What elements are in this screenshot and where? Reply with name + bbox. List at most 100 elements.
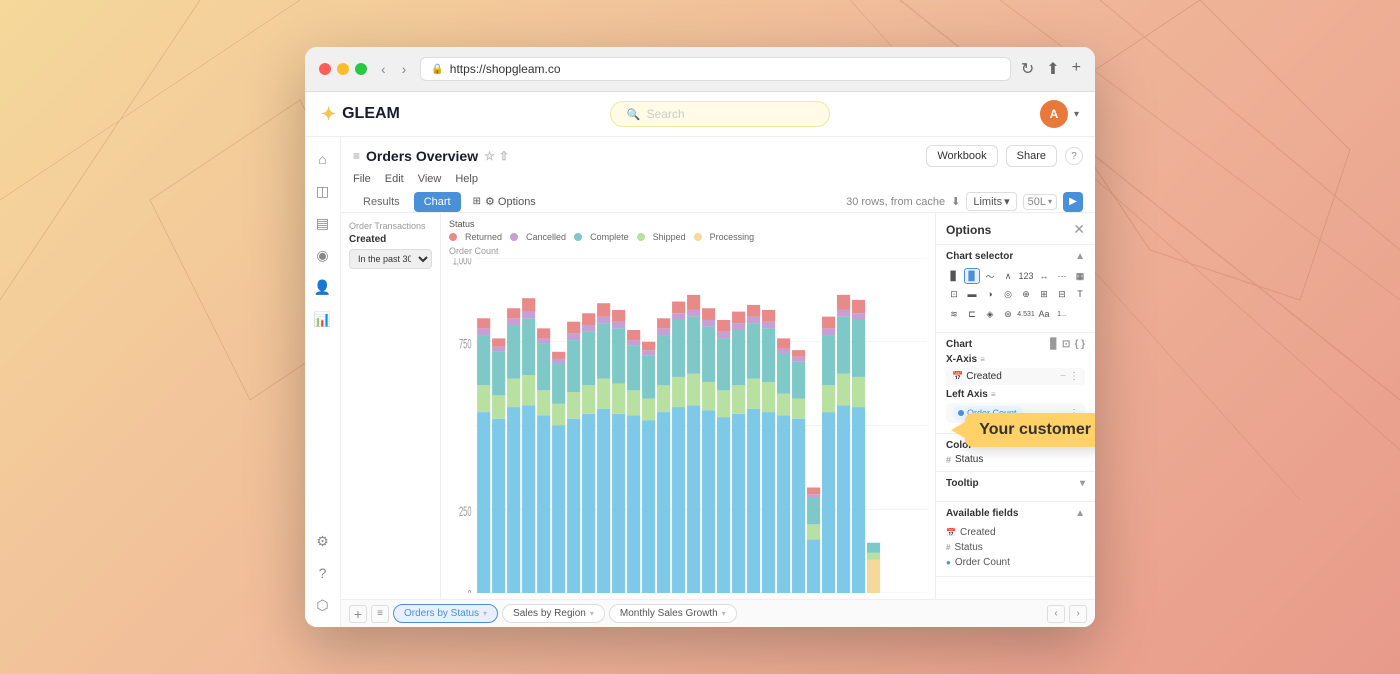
- tab-orders-label: Orders by Status: [404, 608, 479, 619]
- tab-results[interactable]: Results: [353, 192, 410, 212]
- help-button[interactable]: ?: [1065, 147, 1083, 165]
- page-actions: Workbook Share ?: [926, 145, 1083, 167]
- available-fields-section: Available fields ▲ 📅 Created # Status: [936, 502, 1095, 577]
- hamburger-icon[interactable]: ≡: [353, 149, 360, 163]
- url-bar[interactable]: 🔒 https://shopgleam.co: [420, 57, 1011, 81]
- chart-type-donut[interactable]: ◎: [1000, 286, 1016, 302]
- available-fields-label: Available fields: [946, 508, 1018, 519]
- filter-dropdown[interactable]: In the past 30 days: [349, 249, 432, 269]
- tooltip-label: Tooltip: [946, 478, 979, 489]
- tab-growth-label: Monthly Sales Growth: [620, 608, 718, 619]
- settings-icon[interactable]: ⚙: [309, 527, 337, 555]
- minimize-dot[interactable]: [337, 63, 349, 75]
- search-box[interactable]: 🔍 Search: [610, 101, 830, 127]
- maximize-dot[interactable]: [355, 63, 367, 75]
- limits-button[interactable]: Limits ▾: [966, 192, 1016, 211]
- chart-type-funnel[interactable]: ⊡: [946, 286, 962, 302]
- chart-bar-icon[interactable]: ▊: [1050, 339, 1058, 350]
- x-axis-dots[interactable]: ⋮: [1069, 371, 1079, 382]
- chart-type-area[interactable]: ∧: [1000, 268, 1016, 284]
- menu-help[interactable]: Help: [455, 171, 478, 187]
- menu-view[interactable]: View: [418, 171, 442, 187]
- x-axis-minus[interactable]: −: [1060, 371, 1066, 382]
- share-button[interactable]: Share: [1006, 145, 1057, 167]
- x-axis-value-row[interactable]: 📅 Created − ⋮: [946, 368, 1085, 385]
- chart-type-number[interactable]: 123: [1018, 268, 1034, 284]
- menu-edit[interactable]: Edit: [385, 171, 404, 187]
- help-icon[interactable]: ?: [309, 559, 337, 587]
- download-icon[interactable]: ⬇: [951, 195, 960, 208]
- share-button[interactable]: ⬆: [1046, 59, 1059, 79]
- sidebar-item-home[interactable]: ⌂: [309, 145, 337, 173]
- tabs-list-button[interactable]: ≡: [371, 605, 389, 623]
- browser-dots: [319, 63, 367, 75]
- chart-type-stacked-bar[interactable]: ▉: [964, 268, 980, 284]
- available-fields-header[interactable]: Available fields ▲: [946, 508, 1085, 519]
- close-dot[interactable]: [319, 63, 331, 75]
- svg-text:1,000: 1,000: [453, 258, 472, 268]
- chart-type-calendar[interactable]: ▦: [1072, 268, 1088, 284]
- workbook-button[interactable]: Workbook: [926, 145, 997, 167]
- prev-tab-button[interactable]: ‹: [1047, 605, 1065, 623]
- chart-copy-icon[interactable]: ⊡: [1062, 339, 1070, 350]
- sidebar-item-docs[interactable]: ▤: [309, 209, 337, 237]
- legend-cancelled: [510, 233, 518, 241]
- bottom-tab-orders-by-status[interactable]: Orders by Status ▾: [393, 604, 498, 623]
- chart-selector-header[interactable]: Chart selector ▲: [946, 251, 1085, 262]
- measure-field-icon: ●: [946, 558, 951, 567]
- chart-section-label: Chart: [946, 339, 972, 350]
- tab-chart[interactable]: Chart: [414, 192, 461, 212]
- chart-type-hbar[interactable]: ▬: [964, 286, 980, 302]
- run-button[interactable]: ▶: [1063, 192, 1083, 212]
- field-order-count: ● Order Count: [946, 555, 1085, 570]
- star-icon[interactable]: ☆: [484, 149, 495, 163]
- reload-button[interactable]: ↻: [1021, 59, 1034, 79]
- left-axis-settings-icon[interactable]: ≡: [991, 390, 996, 399]
- options-panel: Options ✕ Chart selector ▲ ▊: [935, 213, 1095, 599]
- sidebar-item-view[interactable]: ◉: [309, 241, 337, 269]
- add-tab-button[interactable]: +: [349, 605, 367, 623]
- sidebar-item-people[interactable]: 👤: [309, 273, 337, 301]
- legend-processing: [694, 233, 702, 241]
- tooltip-header[interactable]: Tooltip ▾: [946, 478, 1085, 489]
- menu-file[interactable]: File: [353, 171, 371, 187]
- logout-icon[interactable]: ⬡: [309, 591, 337, 619]
- chart-type-more1[interactable]: ◈: [982, 306, 998, 322]
- chart-type-pie[interactable]: ◑: [982, 286, 998, 302]
- chart-type-line[interactable]: 〜: [982, 268, 998, 284]
- legend-returned: [449, 233, 457, 241]
- sidebar-item-calendar[interactable]: ◫: [309, 177, 337, 205]
- back-button[interactable]: ‹: [377, 59, 390, 79]
- share-title-icon[interactable]: ⇧: [499, 149, 509, 163]
- bottom-tab-sales-by-region[interactable]: Sales by Region ▾: [502, 604, 605, 623]
- chart-type-text2[interactable]: Aa: [1036, 306, 1052, 322]
- next-tab-button[interactable]: ›: [1069, 605, 1087, 623]
- chart-type-text[interactable]: T: [1072, 286, 1088, 302]
- chart-type-waterfall[interactable]: ⊏: [964, 306, 980, 322]
- chart-area: 1,000 750 250 0: [449, 258, 927, 593]
- chart-type-map[interactable]: ⊕: [1018, 286, 1034, 302]
- chart-type-pivot[interactable]: ⊟: [1054, 286, 1070, 302]
- chart-type-scatter[interactable]: ⋯: [1054, 268, 1070, 284]
- bottom-tab-monthly-growth[interactable]: Monthly Sales Growth ▾: [609, 604, 737, 623]
- field-status: # Status: [946, 540, 1085, 555]
- chart-selector-chevron: ▲: [1075, 251, 1085, 262]
- chart-more-icon[interactable]: { }: [1074, 339, 1085, 350]
- sidebar-item-chart[interactable]: 📊: [309, 305, 337, 333]
- chart-type-combo[interactable]: ≋: [946, 306, 962, 322]
- x-axis-settings-icon[interactable]: ≡: [980, 355, 985, 364]
- tabs-row: Results Chart ⊞ ⚙ Options 30 rows, from …: [353, 191, 1083, 212]
- chart-type-num2[interactable]: 4.531: [1018, 306, 1034, 322]
- svg-text:250: 250: [459, 505, 471, 520]
- user-dropdown-icon[interactable]: ▾: [1074, 109, 1079, 120]
- chart-type-h[interactable]: ↔: [1036, 268, 1052, 284]
- new-tab-button[interactable]: +: [1072, 59, 1081, 79]
- chart-type-bar[interactable]: ▊: [946, 268, 962, 284]
- tab-options[interactable]: ⊞ ⚙ Options: [465, 191, 544, 212]
- user-avatar[interactable]: A: [1040, 100, 1068, 128]
- forward-button[interactable]: ›: [398, 59, 411, 79]
- chart-type-more3[interactable]: 1...: [1054, 306, 1070, 322]
- options-close-button[interactable]: ✕: [1073, 221, 1085, 238]
- chart-type-table[interactable]: ⊞: [1036, 286, 1052, 302]
- chart-type-more2[interactable]: ⊛: [1000, 306, 1016, 322]
